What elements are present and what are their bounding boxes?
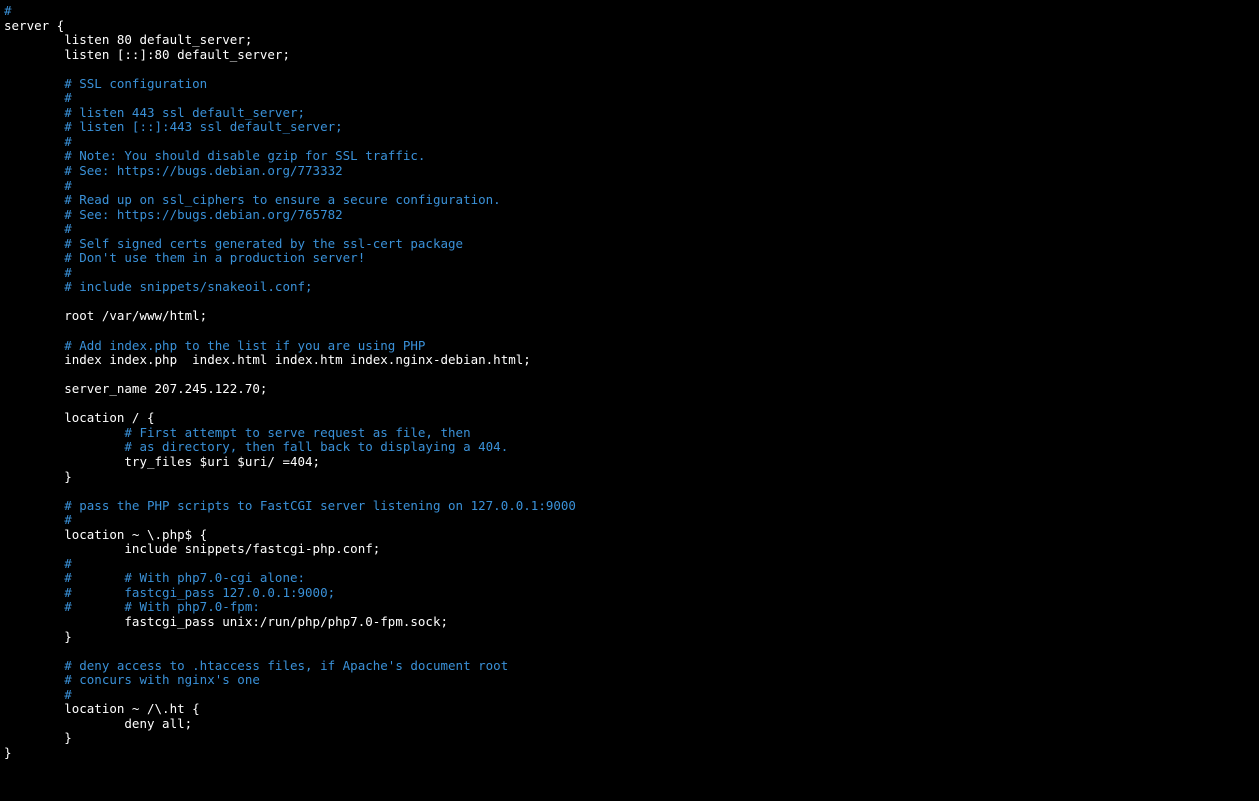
- terminal-line: # as directory, then fall back to displa…: [4, 439, 508, 454]
- terminal-line: #: [4, 134, 72, 149]
- terminal-line: # concurs with nginx's one: [4, 672, 260, 687]
- terminal-line: # See: https://bugs.debian.org/765782: [4, 207, 343, 222]
- terminal-line: # See: https://bugs.debian.org/773332: [4, 163, 343, 178]
- terminal-line: # Read up on ssl_ciphers to ensure a sec…: [4, 192, 501, 207]
- terminal-line: # include snippets/snakeoil.conf;: [4, 279, 313, 294]
- terminal-line: listen 80 default_server;: [4, 32, 252, 47]
- terminal-line: #: [4, 90, 72, 105]
- terminal-line: #: [4, 221, 72, 236]
- terminal-line: include snippets/fastcgi-php.conf;: [4, 541, 380, 556]
- terminal-output: # server { listen 80 default_server; lis…: [0, 0, 1259, 760]
- terminal-line: #: [4, 687, 72, 702]
- terminal-line: listen [::]:80 default_server;: [4, 47, 290, 62]
- terminal-line: # fastcgi_pass 127.0.0.1:9000;: [4, 585, 335, 600]
- terminal-line: # # With php7.0-cgi alone:: [4, 570, 305, 585]
- terminal-line: try_files $uri $uri/ =404;: [4, 454, 320, 469]
- terminal-line: deny all;: [4, 716, 192, 731]
- terminal-line: # deny access to .htaccess files, if Apa…: [4, 658, 508, 673]
- terminal-line: }: [4, 629, 72, 644]
- terminal-line: location / {: [4, 410, 155, 425]
- terminal-line: server_name 207.245.122.70;: [4, 381, 267, 396]
- terminal-line: # listen [::]:443 ssl default_server;: [4, 119, 343, 134]
- terminal-line: }: [4, 730, 72, 745]
- terminal-line: # First attempt to serve request as file…: [4, 425, 471, 440]
- terminal-line: # listen 443 ssl default_server;: [4, 105, 305, 120]
- terminal-line: location ~ /\.ht {: [4, 701, 200, 716]
- terminal-line: # pass the PHP scripts to FastCGI server…: [4, 498, 576, 513]
- terminal-line: # Self signed certs generated by the ssl…: [4, 236, 463, 251]
- terminal-line: #: [4, 3, 12, 18]
- terminal-line: server {: [4, 18, 64, 33]
- terminal-line: # # With php7.0-fpm:: [4, 599, 260, 614]
- terminal-line: root /var/www/html;: [4, 308, 207, 323]
- terminal-line: }: [4, 745, 12, 760]
- terminal-line: # Don't use them in a production server!: [4, 250, 365, 265]
- terminal-line: index index.php index.html index.htm ind…: [4, 352, 531, 367]
- terminal-line: #: [4, 178, 72, 193]
- terminal-line: #: [4, 265, 72, 280]
- terminal-line: fastcgi_pass unix:/run/php/php7.0-fpm.so…: [4, 614, 448, 629]
- terminal-line: location ~ \.php$ {: [4, 527, 207, 542]
- terminal-line: #: [4, 512, 72, 527]
- terminal-line: # Add index.php to the list if you are u…: [4, 338, 425, 353]
- terminal-line: # Note: You should disable gzip for SSL …: [4, 148, 425, 163]
- terminal-line: #: [4, 556, 72, 571]
- terminal-line: # SSL configuration: [4, 76, 207, 91]
- terminal-line: }: [4, 469, 72, 484]
